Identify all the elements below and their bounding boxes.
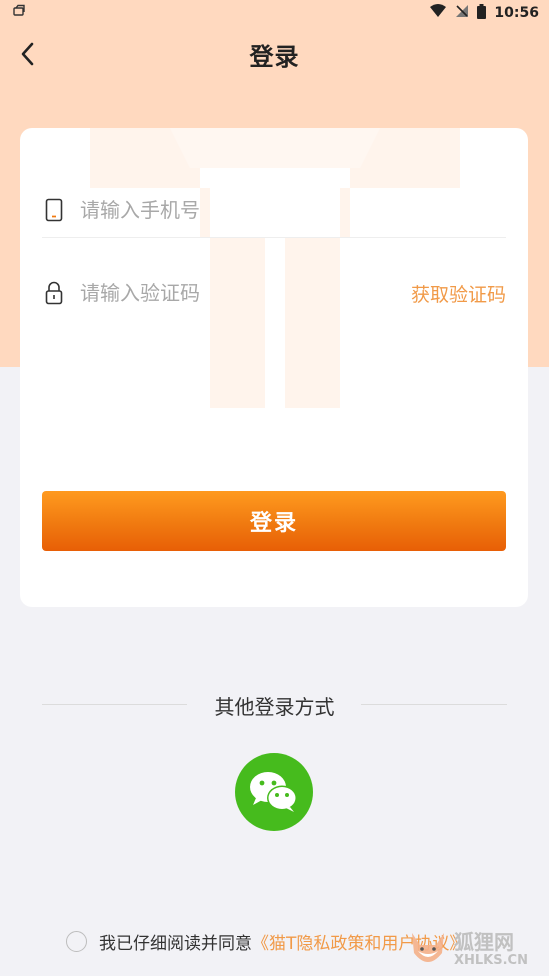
divider-right (361, 704, 507, 705)
login-card: 获取验证码 登录 (20, 128, 528, 607)
other-login-section: 其他登录方式 (0, 690, 549, 720)
wechat-login-button[interactable] (235, 753, 313, 831)
get-code-button[interactable]: 获取验证码 (411, 280, 506, 307)
code-field-row: 获取验证码 (42, 265, 506, 321)
no-sim-icon (455, 4, 469, 22)
agreement-text: 我已仔细阅读并同意 (99, 933, 252, 954)
wechat-icon (250, 772, 297, 812)
fox-logo-icon (412, 933, 444, 962)
wifi-icon (429, 4, 447, 22)
phone-icon (42, 198, 66, 222)
lock-icon (42, 281, 66, 305)
page-title: 登录 (249, 42, 300, 71)
phone-field-row (42, 182, 506, 238)
top-bar: 登录 (0, 26, 549, 82)
login-button[interactable]: 登录 (42, 491, 506, 551)
status-bar: 10:56 (0, 0, 549, 26)
back-button[interactable] (12, 38, 44, 70)
agreement-checkbox[interactable] (66, 930, 87, 952)
chevron-left-icon (21, 42, 34, 66)
code-input[interactable] (80, 281, 411, 305)
notification-icon (12, 4, 26, 22)
status-right: 10:56 (429, 3, 539, 23)
battery-icon (477, 3, 487, 23)
status-left (12, 4, 26, 22)
divider-left (42, 704, 187, 705)
other-login-title: 其他登录方式 (214, 694, 335, 719)
phone-input[interactable] (80, 197, 506, 222)
site-watermark: 狐狸网 XHLKS.CN (406, 922, 549, 976)
status-time: 10:56 (494, 5, 539, 21)
site-watermark-en: XHLKS.CN (454, 952, 528, 968)
login-page: 10:56 登录 获取验证码 登录 (0, 0, 549, 976)
site-watermark-text: 狐狸网 XHLKS.CN (454, 932, 528, 967)
site-watermark-cn: 狐狸网 (454, 929, 514, 954)
